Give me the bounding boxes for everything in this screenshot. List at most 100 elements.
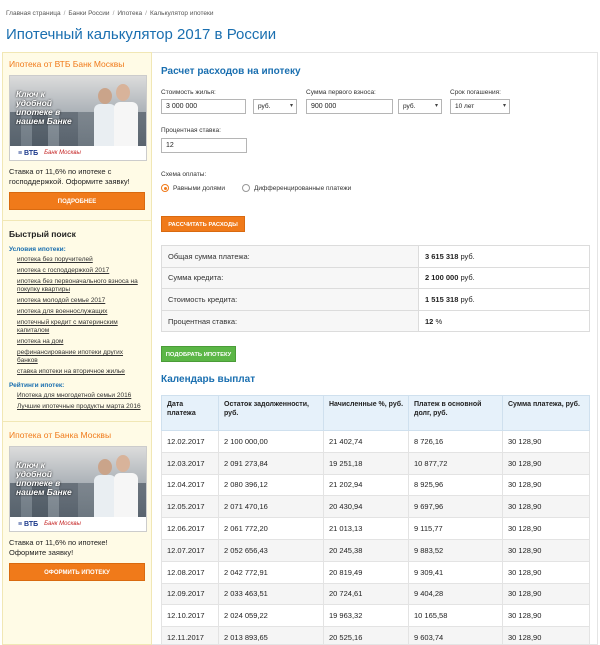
breadcrumb-current: Калькулятор ипотеки: [149, 10, 214, 17]
down-currency-value: руб.: [403, 103, 416, 110]
scheme-label: Схема оплаты:: [161, 171, 207, 178]
promo-text: Ставка от 11,6% по ипотеке! Оформите зая…: [9, 538, 108, 557]
table-cell: 12.05.2017: [161, 495, 219, 519]
scheme-diff-radio[interactable]: Дифференцированные платежи: [242, 184, 351, 192]
down-currency-select[interactable]: руб. ▾: [398, 99, 442, 114]
condition-link[interactable]: ипотека молодой семье 2017: [17, 297, 145, 305]
breadcrumb-banks[interactable]: Банки России: [68, 10, 109, 17]
table-cell: 12.04.2017: [161, 474, 219, 497]
summary-table: Общая сумма платежа: 3 615 318 руб. Сумм…: [161, 245, 590, 333]
table-cell: 2 042 772,91: [218, 561, 324, 584]
condition-link[interactable]: ипотека без поручителей: [17, 256, 145, 264]
table-cell: 30 128,90: [502, 604, 590, 628]
table-cell: 2 071 470,16: [218, 495, 324, 519]
table-cell: 9 883,52: [408, 539, 503, 562]
price-input[interactable]: 3 000 000: [161, 99, 246, 114]
table-row: 12.09.2017 2 033 463,51 20 724,61 9 404,28 3…: [161, 583, 590, 606]
table-cell: 2 061 772,20: [218, 517, 324, 540]
table-cell: 2 052 656,43: [218, 539, 324, 562]
more-button[interactable]: ПОДРОБНЕЕ: [9, 192, 145, 210]
ratings-title: Рейтинги ипотек:: [9, 382, 65, 389]
table-cell: 21 202,94: [323, 474, 409, 497]
table-cell: 9 309,41: [408, 561, 503, 584]
table-cell: 9 115,77: [408, 517, 503, 540]
ad-couple-photo: [94, 453, 138, 521]
ratings-list: Ипотека для многодетной семьи 2016 Лучши…: [3, 392, 151, 411]
promo-title: Ипотека от Банка Москвы: [9, 430, 112, 440]
radio-selected-icon: [161, 184, 169, 192]
down-payment-label: Сумма первого взноса:: [306, 89, 376, 96]
condition-link[interactable]: ипотека для военнослужащих: [17, 308, 145, 316]
conditions-list: ипотека без поручителей ипотека с господ…: [3, 256, 151, 376]
calculator-title: Расчет расходов на ипотеку: [161, 66, 301, 77]
sidebar: Ипотека от ВТБ Банк Москвы Ключ к удобно…: [2, 52, 152, 645]
ad-banner-text: Ключ к удобной ипотеке в нашем Банке: [16, 89, 72, 126]
table-row: 12.08.2017 2 042 772,91 20 819,49 9 309,41 3…: [161, 561, 590, 584]
down-payment-input[interactable]: 900 000: [306, 99, 393, 114]
apply-mortgage-button[interactable]: ОФОРМИТЬ ИПОТЕКУ: [9, 563, 145, 581]
term-select[interactable]: 10 лет ▾: [450, 99, 510, 114]
table-cell: 2 091 273,84: [218, 452, 324, 475]
column-header: Дата платежа: [161, 395, 219, 431]
promo-title: Ипотека от ВТБ Банк Москвы: [9, 59, 125, 69]
divider: [3, 421, 151, 422]
table-cell: 30 128,90: [502, 539, 590, 562]
table-row: Общая сумма платежа: 3 615 318 руб.: [161, 245, 590, 268]
quick-search-title: Быстрый поиск: [9, 229, 76, 239]
table-cell: 8 726,16: [408, 430, 503, 453]
vtb-logo-text: ВТБ: [18, 150, 38, 157]
table-cell: 12.02.2017: [161, 430, 219, 453]
vtb-logo: ВТБ Банк Москвы: [10, 146, 146, 160]
breadcrumb-separator: /: [63, 10, 66, 17]
scheme-equal-radio[interactable]: Равными долями: [161, 184, 225, 192]
page-title: Ипотечный калькулятор 2017 в России: [6, 26, 277, 43]
condition-link[interactable]: ипотека на дом: [17, 338, 145, 346]
table-cell: 9 603,74: [408, 626, 503, 644]
condition-link[interactable]: рефинансирование ипотеки других банков: [17, 349, 145, 365]
promo-text: Ставка от 11,6% по ипотеке с господдержк…: [9, 167, 130, 186]
summary-label: Процентная ставка:: [161, 309, 419, 333]
table-row: 12.11.2017 2 013 893,65 20 525,16 9 603,74 3…: [161, 626, 590, 644]
breadcrumb-home[interactable]: Главная страница: [6, 10, 61, 17]
calculator-panel: Расчет расходов на ипотеку Стоимость жил…: [152, 52, 598, 645]
table-cell: 12.10.2017: [161, 604, 219, 628]
breadcrumb: Главная страница / Банки России / Ипотека / Ка…: [6, 10, 213, 17]
price-currency-value: руб.: [258, 103, 271, 110]
price-label: Стоимость жилья:: [161, 89, 216, 96]
promo-bank-moscow: Ипотека от Банка Москвы Ключ к удобной и…: [3, 430, 151, 581]
table-cell: 8 925,96: [408, 474, 503, 497]
vtb-logo: ВТБ Банк Москвы: [10, 517, 146, 531]
condition-link[interactable]: ипотека без первоначального взноса на по…: [17, 278, 145, 294]
breadcrumb-separator: /: [145, 10, 147, 17]
table-cell: 21 402,74: [323, 430, 409, 453]
rating-link[interactable]: Лучшие ипотечные продукты марта 2016: [17, 403, 145, 411]
condition-link[interactable]: ставка ипотеки на вторичное жилье: [17, 368, 145, 376]
table-row: Стоимость кредита: 1 515 318 руб.: [161, 288, 590, 311]
ad-banner-image[interactable]: Ключ к удобной ипотеке в нашем Банке ВТБ…: [9, 446, 147, 532]
table-cell: 30 128,90: [502, 430, 590, 453]
ad-banner-image[interactable]: Ключ к удобной ипотеке в нашем Банке ВТБ…: [9, 75, 147, 161]
calculate-button[interactable]: РАССЧИТАТЬ РАСХОДЫ: [161, 216, 245, 232]
condition-link[interactable]: ипотечный кредит с материнским капиталом: [17, 319, 145, 335]
summary-value: 2 100 000 руб.: [418, 266, 590, 290]
table-cell: 19 963,32: [323, 604, 409, 628]
vtb-logo-text: ВТБ: [18, 521, 38, 528]
table-cell: 20 525,16: [323, 626, 409, 644]
price-currency-select[interactable]: руб. ▾: [253, 99, 297, 114]
table-cell: 9 697,96: [408, 495, 503, 519]
column-header: Сумма платежа, руб.: [502, 395, 590, 431]
table-cell: 20 724,61: [323, 583, 409, 606]
pick-mortgage-button[interactable]: ПОДОБРАТЬ ИПОТЕКУ: [161, 346, 236, 362]
conditions-title: Условия ипотеки:: [9, 246, 66, 253]
table-cell: 9 404,28: [408, 583, 503, 606]
table-cell: 12.03.2017: [161, 452, 219, 475]
summary-value: 12 %: [418, 309, 590, 333]
table-cell: 30 128,90: [502, 561, 590, 584]
schedule-title: Календарь выплат: [161, 374, 256, 385]
rating-link[interactable]: Ипотека для многодетной семьи 2016: [17, 392, 145, 400]
summary-value: 3 615 318 руб.: [418, 245, 590, 268]
condition-link[interactable]: ипотека с господдержкой 2017: [17, 267, 145, 275]
payment-schedule-table: Дата платежа Остаток задолженности, руб.…: [161, 395, 590, 644]
rate-input[interactable]: 12: [161, 138, 247, 153]
breadcrumb-mortgage[interactable]: Ипотека: [117, 10, 142, 17]
